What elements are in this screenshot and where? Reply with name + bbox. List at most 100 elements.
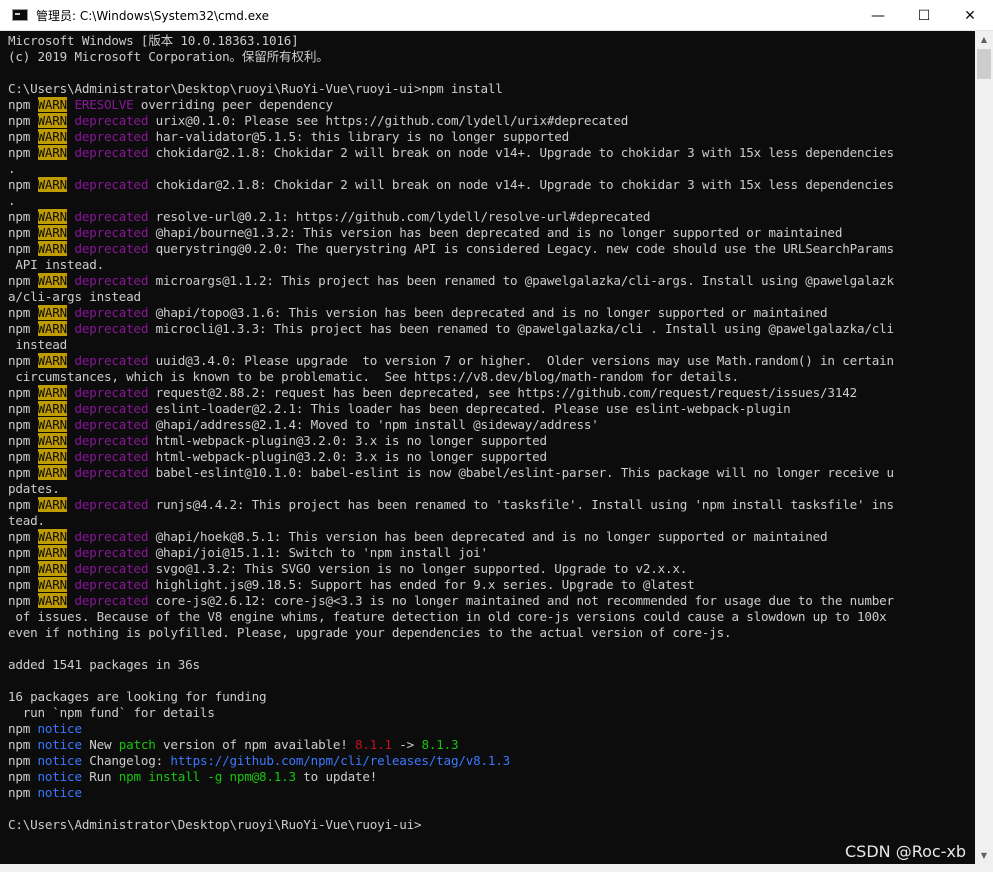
console-line: (c) 2019 Microsoft Corporation。保留所有权利。 <box>8 49 972 65</box>
console-text: npm <box>8 353 38 368</box>
console-line: npm WARN deprecated chokidar@2.1.8: Chok… <box>8 145 972 161</box>
console-text: WARN <box>37 385 68 400</box>
console-line: 16 packages are looking for funding <box>8 689 972 705</box>
console-text: @hapi/hoek@8.5.1: This version has been … <box>148 529 828 544</box>
console-text: WARN <box>37 433 68 448</box>
console-text: WARN <box>37 401 68 416</box>
console-text: tead. <box>8 513 45 528</box>
console-text: urix@0.1.0: Please see https://github.co… <box>148 113 629 128</box>
console-text: deprecated <box>74 145 149 160</box>
console-text: microcli@1.3.3: This project has been re… <box>148 321 894 336</box>
console-text: deprecated <box>74 577 149 592</box>
console-text: eslint-loader@2.2.1: This loader has bee… <box>148 401 791 416</box>
scroll-thumb[interactable] <box>977 49 991 79</box>
console-text: npm install -g npm@8.1.3 <box>118 769 296 784</box>
console-text: notice <box>37 769 82 784</box>
console-text: to update! <box>295 769 378 784</box>
console-text: overriding peer dependency <box>133 97 333 112</box>
console-line: npm WARN deprecated @hapi/joi@15.1.1: Sw… <box>8 545 972 561</box>
console-text: @hapi/topo@3.1.6: This version has been … <box>148 305 828 320</box>
close-button[interactable]: ✕ <box>947 0 993 31</box>
console-text: npm <box>8 113 38 128</box>
console-line: npm WARN deprecated highlight.js@9.18.5:… <box>8 577 972 593</box>
console-text: npm <box>8 785 38 800</box>
console-text: deprecated <box>74 113 149 128</box>
console-text: @hapi/joi@15.1.1: Switch to 'npm install… <box>148 545 488 560</box>
window-bottom-border <box>0 864 993 872</box>
console-line: npm WARN deprecated querystring@0.2.0: T… <box>8 241 972 257</box>
console-line: Microsoft Windows [版本 10.0.18363.1016] <box>8 33 972 49</box>
console-text: npm <box>8 225 38 240</box>
console-text: npm <box>8 753 38 768</box>
console-text: @hapi/address@2.1.4: Moved to 'npm insta… <box>148 417 599 432</box>
console-text: npm <box>8 417 38 432</box>
console-text: npm <box>8 209 38 224</box>
console-text: 8.1.3 <box>421 737 459 752</box>
console-text: babel-eslint@10.1.0: babel-eslint is now… <box>148 465 894 480</box>
console-text: WARN <box>37 145 68 160</box>
console-text: C:\Users\Administrator\Desktop\ruoyi\Ruo… <box>8 81 503 96</box>
console-text: deprecated <box>74 321 149 336</box>
console-text: WARN <box>37 593 68 608</box>
console-text: npm <box>8 145 38 160</box>
console-line: npm notice Changelog: https://github.com… <box>8 753 972 769</box>
console-text: WARN <box>37 225 68 240</box>
console-text: npm <box>8 305 38 320</box>
console-text: deprecated <box>74 209 149 224</box>
console-output[interactable]: Microsoft Windows [版本 10.0.18363.1016] (c… <box>0 31 975 864</box>
console-text: WARN <box>37 577 68 592</box>
console-line: npm WARN deprecated microargs@1.1.2: Thi… <box>8 273 972 289</box>
console-text: npm <box>8 497 38 512</box>
console-text: microargs@1.1.2: This project has been r… <box>148 273 894 288</box>
console-text: Changelog: <box>81 753 171 768</box>
console-text: har-validator@5.1.5: this library is no … <box>148 129 570 144</box>
console-text: npm <box>8 577 38 592</box>
console-line: . <box>8 161 972 177</box>
console-text: 8.1.1 <box>355 737 392 752</box>
console-text: npm <box>8 177 38 192</box>
console-text: html-webpack-plugin@3.2.0: 3.x is no lon… <box>148 433 547 448</box>
console-text: notice <box>37 785 82 800</box>
console-text: WARN <box>37 529 68 544</box>
console-line: circumstances, which is known to be prob… <box>8 369 972 385</box>
console-text: WARN <box>37 129 68 144</box>
console-text: https://github.com/npm/cli/releases/tag/… <box>170 753 510 768</box>
console-line: tead. <box>8 513 972 529</box>
minimize-button[interactable]: — <box>855 0 901 31</box>
console-text: npm <box>8 321 38 336</box>
console-text: deprecated <box>74 417 149 432</box>
title-bar[interactable]: 管理员: C:\Windows\System32\cmd.exe — ☐ ✕ <box>0 0 993 31</box>
console-text: deprecated <box>74 385 149 400</box>
vertical-scrollbar[interactable]: ▲ ▼ <box>975 31 993 864</box>
console-line: npm WARN deprecated svgo@1.3.2: This SVG… <box>8 561 972 577</box>
console-text: WARN <box>37 209 68 224</box>
console-text: npm <box>8 433 38 448</box>
console-text: deprecated <box>74 129 149 144</box>
console-text: WARN <box>37 305 68 320</box>
console-text: deprecated <box>74 305 149 320</box>
console-line: npm WARN deprecated resolve-url@0.2.1: h… <box>8 209 972 225</box>
console-text: version of npm available! <box>155 737 355 752</box>
console-line: a/cli-args instead <box>8 289 972 305</box>
console-text: notice <box>37 721 82 736</box>
console-line: instead <box>8 337 972 353</box>
scroll-up-arrow-icon[interactable]: ▲ <box>975 31 993 48</box>
console-text: npm <box>8 769 38 784</box>
console-line: . <box>8 193 972 209</box>
console-text: deprecated <box>74 241 149 256</box>
maximize-button[interactable]: ☐ <box>901 0 947 31</box>
console-text: . <box>8 193 16 208</box>
scroll-down-arrow-icon[interactable]: ▼ <box>975 847 993 864</box>
console-text: notice <box>37 753 82 768</box>
console-text: deprecated <box>74 529 149 544</box>
console-text: . <box>8 161 16 176</box>
console-text: deprecated <box>74 465 149 480</box>
console-text: added 1541 packages in 36s <box>8 657 200 672</box>
console-line: npm notice Run npm install -g npm@8.1.3 … <box>8 769 972 785</box>
console-text: npm <box>8 737 38 752</box>
console-line: even if nothing is polyfilled. Please, u… <box>8 625 972 641</box>
console-line: npm notice <box>8 785 972 801</box>
console-line: npm notice <box>8 721 972 737</box>
console-line: added 1541 packages in 36s <box>8 657 972 673</box>
